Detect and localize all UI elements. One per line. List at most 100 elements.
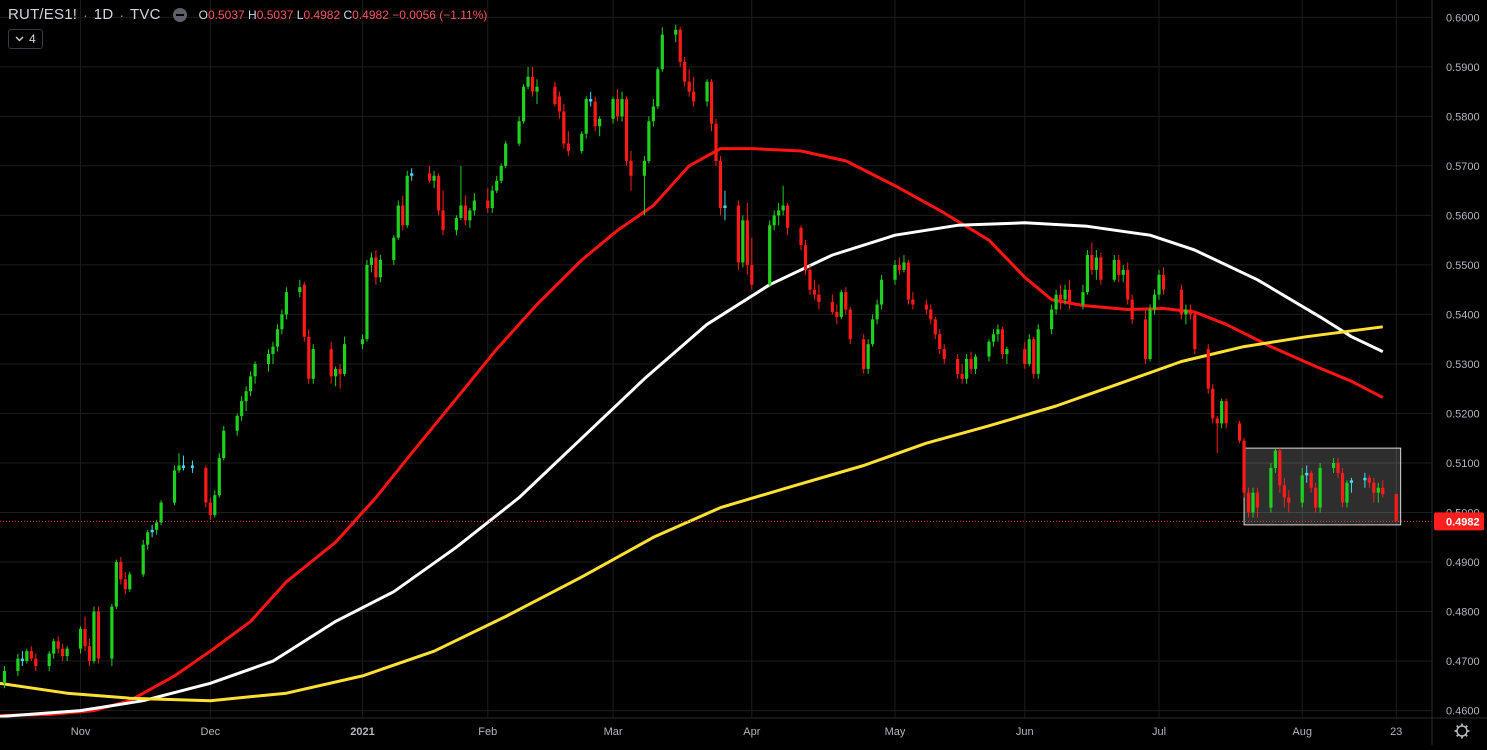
- candlestick[interactable]: [741, 215, 745, 268]
- candlestick[interactable]: [1193, 311, 1197, 355]
- candlestick[interactable]: [436, 173, 441, 216]
- candle-body: [1130, 299, 1134, 320]
- candlestick[interactable]: [736, 200, 740, 270]
- candlestick[interactable]: [504, 141, 508, 169]
- candlestick[interactable]: [110, 604, 114, 667]
- price-tick-label: 0.5800: [1446, 111, 1480, 123]
- candlestick[interactable]: [302, 282, 306, 342]
- candle-body: [1058, 294, 1063, 300]
- candlestick[interactable]: [714, 118, 718, 166]
- candlestick[interactable]: [1237, 420, 1242, 444]
- candlestick[interactable]: [906, 259, 911, 305]
- candlestick[interactable]: [172, 465, 177, 506]
- candle-body: [1112, 259, 1116, 280]
- candlestick[interactable]: [311, 344, 315, 384]
- candle-body: [369, 257, 374, 265]
- indicators-count: 4: [29, 32, 36, 46]
- candle-body: [428, 173, 432, 181]
- candlestick[interactable]: [1032, 336, 1036, 379]
- interval-label[interactable]: 1D: [94, 6, 114, 23]
- candlestick[interactable]: [709, 79, 714, 132]
- candle-body: [929, 309, 933, 320]
- candlestick[interactable]: [1340, 467, 1345, 508]
- candle-body: [598, 118, 602, 127]
- candle-body: [879, 279, 884, 305]
- candlestick[interactable]: [1242, 438, 1246, 498]
- candlestick[interactable]: [580, 131, 584, 154]
- candlestick[interactable]: [365, 259, 369, 342]
- candlestick[interactable]: [1211, 383, 1215, 424]
- candle-body: [862, 339, 866, 369]
- candlestick[interactable]: [499, 163, 503, 184]
- candlestick[interactable]: [1036, 324, 1040, 379]
- candlestick[interactable]: [1085, 250, 1090, 295]
- candle-body: [83, 628, 87, 647]
- candlestick[interactable]: [718, 155, 723, 216]
- candlestick[interactable]: [768, 220, 772, 288]
- candle-body: [1117, 259, 1121, 275]
- candlestick[interactable]: [584, 96, 588, 139]
- candle-body: [392, 237, 396, 260]
- candle-body: [1300, 475, 1304, 503]
- range-rectangle[interactable]: [1243, 447, 1402, 526]
- candle-body: [208, 502, 212, 515]
- indicators-toggle-button[interactable]: 4: [8, 29, 43, 49]
- time-tick-label: May: [885, 726, 906, 738]
- candlestick[interactable]: [222, 425, 226, 461]
- candlestick[interactable]: [848, 307, 852, 345]
- chevron-down-icon: [15, 36, 24, 42]
- candlestick[interactable]: [624, 96, 629, 166]
- candlestick[interactable]: [96, 606, 101, 664]
- candlestick[interactable]: [141, 539, 145, 577]
- candle-body: [29, 651, 33, 659]
- time-tick-label: Nov: [71, 726, 91, 738]
- price-tick-label: 0.4800: [1446, 607, 1480, 619]
- candlestick[interactable]: [217, 453, 221, 498]
- candle-body: [1372, 482, 1376, 493]
- time-tick-label: 23: [1390, 726, 1402, 738]
- candlestick[interactable]: [647, 116, 651, 164]
- candlestick[interactable]: [307, 329, 311, 384]
- candlestick[interactable]: [656, 66, 660, 109]
- symbol-name[interactable]: RUT/ES1!: [8, 6, 77, 23]
- candlestick[interactable]: [879, 274, 884, 310]
- candlestick[interactable]: [204, 465, 208, 508]
- candlestick[interactable]: [866, 339, 870, 374]
- price-axis[interactable]: 0.46000.47000.48000.49000.50000.51000.52…: [1446, 12, 1480, 717]
- candlestick[interactable]: [114, 559, 118, 610]
- candlestick[interactable]: [1269, 462, 1273, 513]
- candlestick[interactable]: [92, 606, 96, 664]
- candle-body: [812, 289, 817, 295]
- candlestick[interactable]: [1148, 304, 1152, 362]
- candlestick[interactable]: [396, 200, 400, 241]
- candlestick[interactable]: [1318, 462, 1322, 513]
- candlestick[interactable]: [128, 571, 132, 592]
- candle-body: [405, 175, 409, 226]
- candlestick[interactable]: [1206, 344, 1210, 394]
- candlestick[interactable]: [678, 27, 682, 67]
- gear-tooth: [1456, 725, 1460, 729]
- candle-body: [768, 225, 772, 285]
- candle-body: [275, 329, 280, 347]
- candle-body: [1246, 492, 1251, 513]
- candlestick[interactable]: [405, 170, 409, 228]
- time-tick-label: Aug: [1292, 726, 1312, 738]
- candlestick[interactable]: [862, 334, 866, 374]
- hide-series-icon[interactable]: [172, 7, 187, 22]
- candlestick[interactable]: [839, 289, 843, 320]
- candle-body: [141, 544, 145, 575]
- candle-body: [651, 106, 655, 122]
- candle-body: [1161, 274, 1166, 290]
- candlestick[interactable]: [1179, 284, 1183, 320]
- candlestick[interactable]: [521, 84, 526, 124]
- candle-body: [1251, 492, 1255, 513]
- candle-body: [459, 205, 463, 218]
- candlestick[interactable]: [593, 96, 597, 132]
- chart-area[interactable]: 0.46000.47000.48000.49000.50000.51000.52…: [0, 0, 1487, 745]
- candle-body: [504, 143, 508, 166]
- candlestick[interactable]: [803, 240, 808, 275]
- candle-body: [584, 99, 588, 134]
- candlestick[interactable]: [1394, 494, 1398, 522]
- candlestick-chart[interactable]: 0.46000.47000.48000.49000.50000.51000.52…: [0, 0, 1487, 745]
- time-tick-label: Jul: [1152, 726, 1166, 738]
